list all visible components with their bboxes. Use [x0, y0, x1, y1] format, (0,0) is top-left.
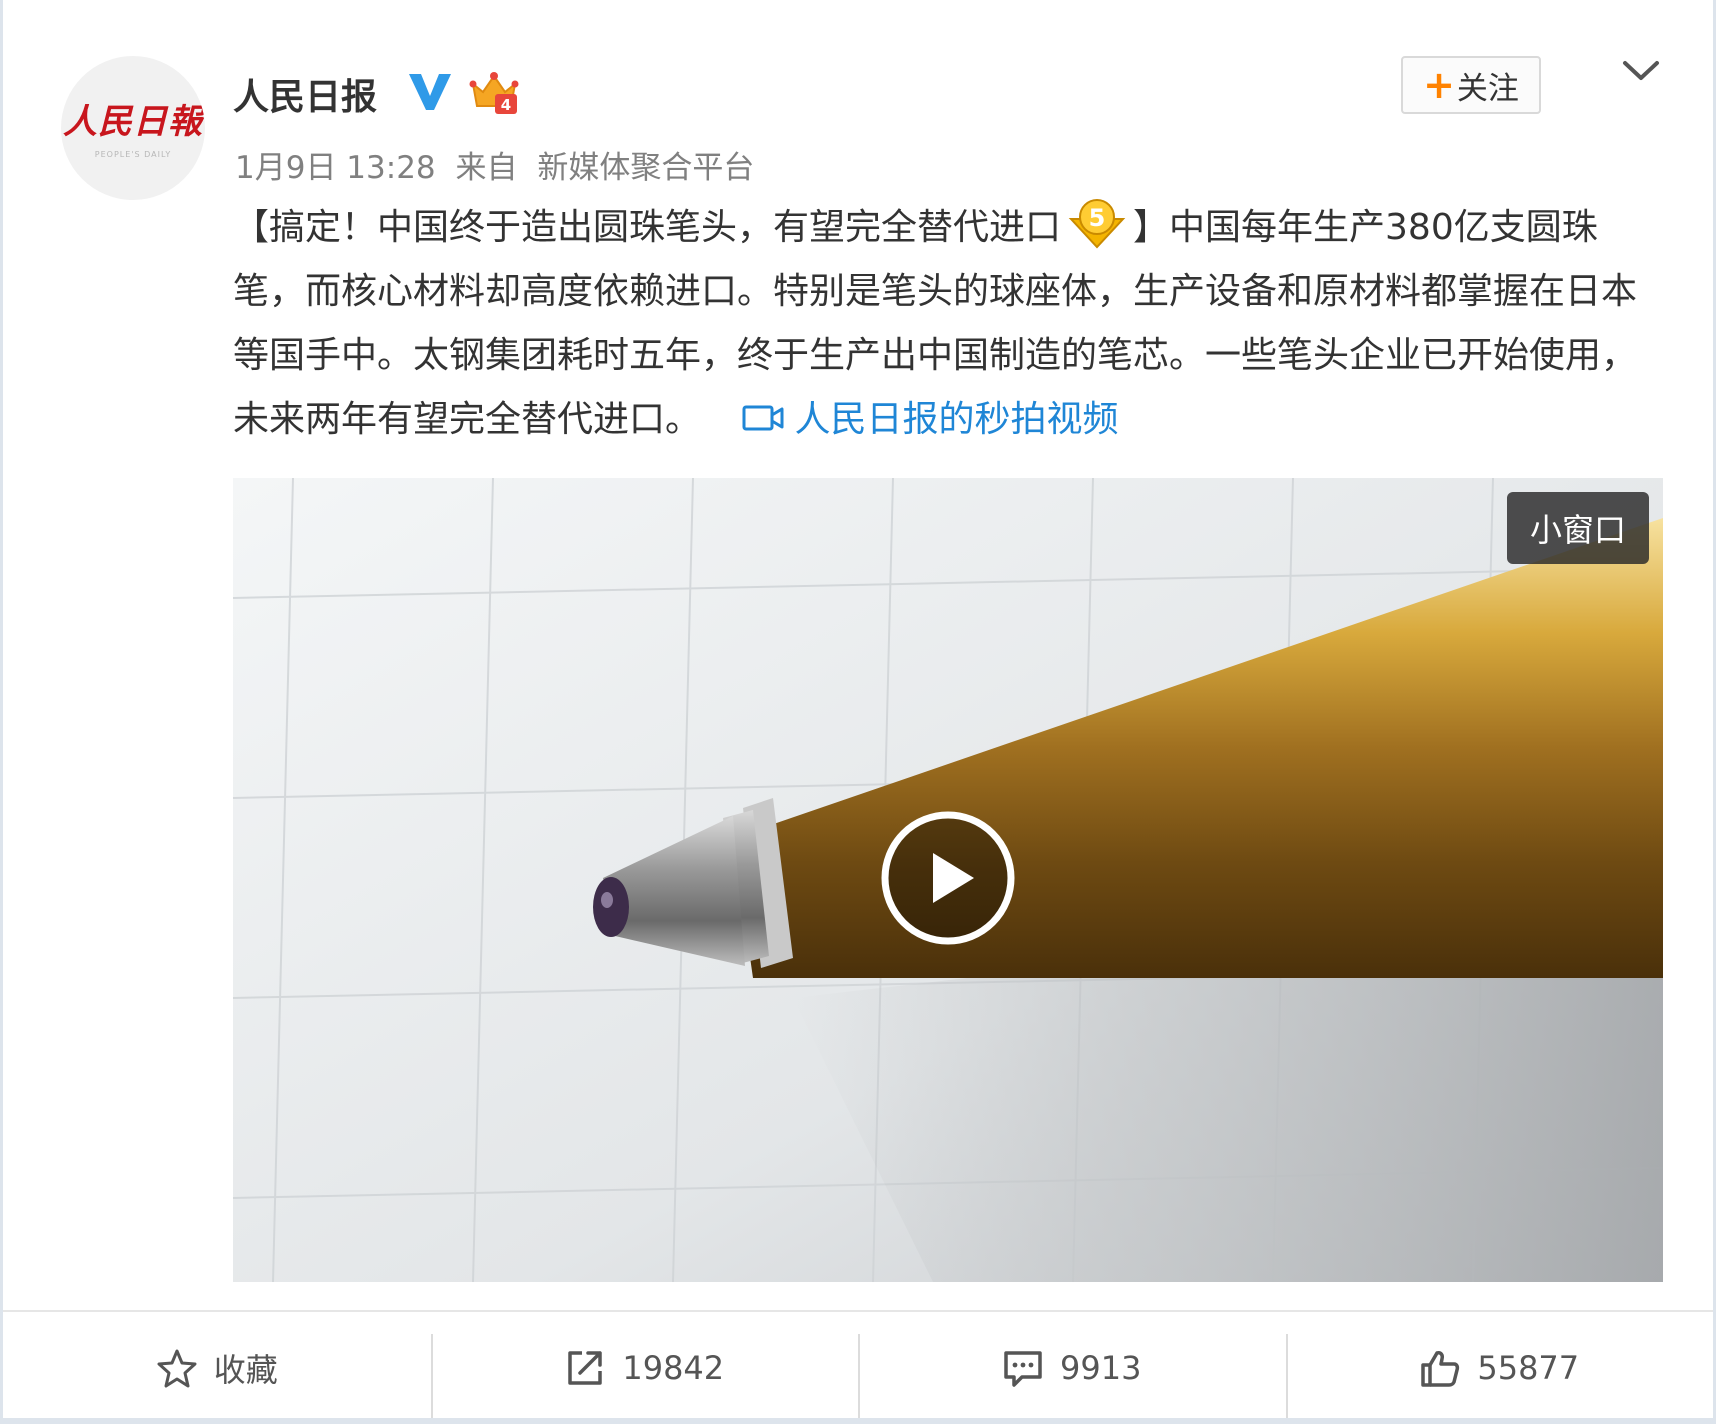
chevron-down-icon[interactable] [1621, 58, 1661, 84]
post-meta: 1月9日 13:28 来自 新媒体聚合平台 [235, 142, 764, 187]
gold-medal-5-emoji: 5 [1068, 199, 1126, 249]
avatar-logo-subtext: PEOPLE'S DAILY [94, 150, 172, 159]
thumbs-up-icon [1421, 1351, 1460, 1387]
post-text-part1: 【搞定！中国终于造出圆珠笔头，有望完全替代进口 [233, 207, 1062, 248]
repost-button[interactable]: 19842 [430, 1312, 859, 1424]
share-icon [568, 1351, 603, 1385]
video-link[interactable]: 人民日报的秒拍视频 [742, 399, 1118, 440]
post-body: 【搞定！中国终于造出圆珠笔头，有望完全替代进口 5 】中国每年生产380亿支圆珠… [233, 196, 1653, 452]
follow-label: 关注 [1456, 70, 1519, 107]
svg-text:5: 5 [1089, 204, 1106, 232]
comment-icon [1004, 1351, 1042, 1387]
like-button[interactable]: 55877 [1285, 1312, 1714, 1424]
comment-count: 9913 [1060, 1349, 1142, 1387]
plus-icon: + [1423, 63, 1455, 107]
crown-vip-icon[interactable]: 4 [469, 70, 519, 116]
star-icon [157, 1349, 197, 1388]
play-icon[interactable] [878, 808, 1018, 948]
video-camera-icon [742, 405, 784, 431]
avatar[interactable]: 人民日報 PEOPLE'S DAILY [61, 56, 205, 200]
favorite-label: 收藏 [213, 1351, 278, 1389]
video-link-label: 人民日报的秒拍视频 [794, 399, 1119, 440]
action-bar: 收藏 19842 9913 55877 [3, 1312, 1713, 1424]
verified-v-icon [409, 74, 451, 110]
author-name[interactable]: 人民日报 [233, 68, 377, 120]
weibo-post-card: 人民日報 PEOPLE'S DAILY 人民日报 4 1月9日 13:28 来自… [0, 0, 1716, 1424]
video-player[interactable]: 小窗口 [233, 478, 1663, 1282]
post-date[interactable]: 1月9日 13:28 [235, 150, 436, 186]
post-source[interactable]: 新媒体聚合平台 [537, 150, 754, 186]
avatar-logo-text: 人民日報 [63, 102, 203, 142]
favorite-button[interactable]: 收藏 [3, 1312, 431, 1424]
comment-button[interactable]: 9913 [858, 1312, 1286, 1424]
like-count: 55877 [1477, 1349, 1580, 1387]
mini-window-button[interactable]: 小窗口 [1507, 492, 1649, 564]
follow-button[interactable]: + 关注 [1401, 56, 1541, 114]
bottom-border [3, 1418, 1713, 1424]
repost-count: 19842 [622, 1349, 725, 1387]
source-prefix: 来自 [455, 150, 518, 186]
svg-text:4: 4 [501, 96, 511, 114]
